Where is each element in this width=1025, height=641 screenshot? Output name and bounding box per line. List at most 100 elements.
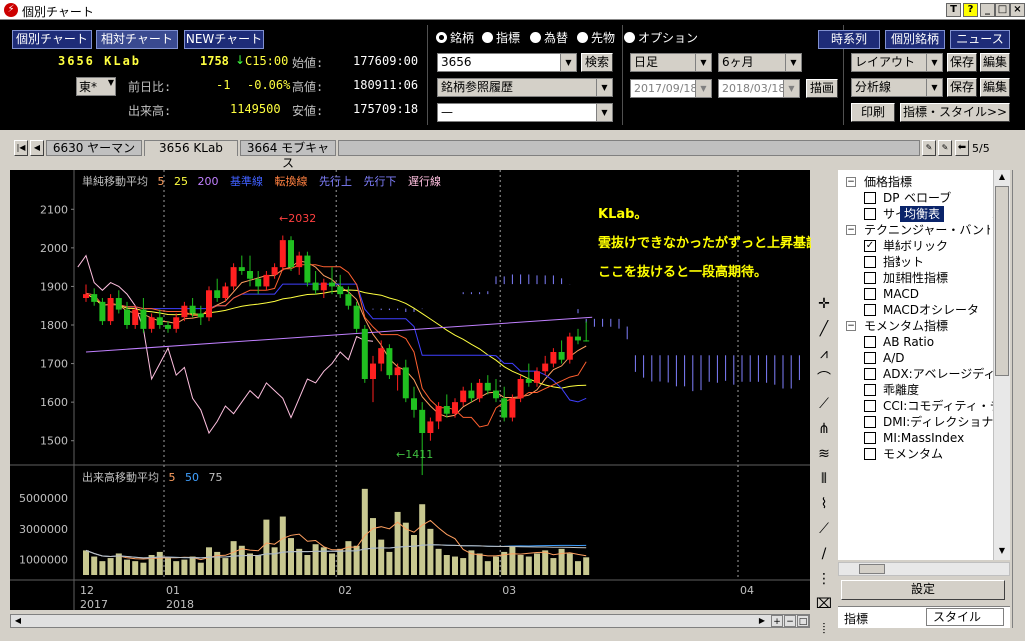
- chevron-down-icon[interactable]: ▼: [596, 79, 612, 96]
- chevron-down-icon[interactable]: ▼: [785, 54, 801, 71]
- tab-style[interactable]: スタイル: [926, 608, 1004, 626]
- print-button[interactable]: 印刷: [851, 103, 895, 122]
- news-button[interactable]: ニュース: [950, 30, 1010, 49]
- analysis-edit-button[interactable]: 編集: [980, 78, 1010, 97]
- edit-tab2-icon[interactable]: ✎: [938, 140, 952, 156]
- checkbox[interactable]: [864, 400, 876, 412]
- tree-hscrollbar[interactable]: [838, 562, 1010, 576]
- interval-select[interactable]: 日足 ▼: [630, 53, 712, 72]
- settings-button[interactable]: 設定: [841, 580, 1005, 600]
- chevron-down-icon[interactable]: ▼: [695, 54, 711, 71]
- draw-button[interactable]: 描画: [806, 79, 838, 98]
- scroll-thumb[interactable]: [995, 186, 1009, 376]
- checkbox[interactable]: [864, 352, 876, 364]
- popup-item[interactable]: ベローブ: [900, 190, 990, 206]
- chart-scrollbar[interactable]: ◀ ▶ + − □: [10, 614, 810, 628]
- tree-item[interactable]: ADX:アベレージディレ: [838, 366, 993, 382]
- checkbox[interactable]: [864, 416, 876, 428]
- trendline-icon[interactable]: ╱: [813, 318, 835, 340]
- scroll-down-icon[interactable]: ▼: [995, 544, 1009, 558]
- tab-6630[interactable]: 6630 ヤーマン: [46, 140, 142, 156]
- history-combo[interactable]: 銘柄参照履歴 ▼: [437, 78, 613, 97]
- indicator-tree[interactable]: −価格指標DPOサイコロジカルライン−テクニカル指標✓単純移動平均指数移動平均加…: [838, 170, 1010, 560]
- fibonacci-fan-icon[interactable]: ⟋: [813, 393, 835, 415]
- new-chart-button[interactable]: NEWチャート: [184, 30, 264, 49]
- tree-item[interactable]: MACDオシレータ: [838, 302, 993, 318]
- polyline-icon[interactable]: ⌇: [813, 493, 835, 515]
- relative-chart-button[interactable]: 相対チャート: [96, 30, 178, 49]
- layout-edit-button[interactable]: 編集: [980, 53, 1010, 72]
- arc-icon[interactable]: ⌒: [813, 368, 835, 390]
- checkbox[interactable]: [864, 384, 876, 396]
- radio-shihyo[interactable]: 指標: [482, 29, 520, 46]
- line-tool-icon[interactable]: /: [813, 543, 835, 565]
- analysis-select[interactable]: 分析線 ▼: [851, 78, 943, 97]
- checkbox[interactable]: [864, 432, 876, 444]
- chart-area[interactable]: 2100 2000 1900 1800 1700 1600 1500 5000000 30000…: [10, 170, 832, 611]
- back-arrow-icon[interactable]: ⬅: [955, 140, 969, 156]
- tree-item[interactable]: DMI:ディレクショナル: [838, 414, 993, 430]
- checkbox[interactable]: ✓: [864, 240, 876, 252]
- popup-item[interactable]: 相性指標: [900, 270, 990, 286]
- channel-icon[interactable]: ≋: [813, 443, 835, 465]
- hscroll-thumb[interactable]: [859, 564, 885, 574]
- individual-stock-button[interactable]: 個別銘柄: [885, 30, 945, 49]
- tree-item[interactable]: 乖離度: [838, 382, 993, 398]
- third-combo[interactable]: — ▼: [437, 103, 613, 122]
- scroll-up-icon[interactable]: ▲: [995, 170, 1009, 184]
- checkbox[interactable]: [864, 336, 876, 348]
- tab-3656[interactable]: 3656 KLab: [144, 140, 238, 156]
- maximize-button[interactable]: □: [995, 3, 1010, 17]
- scroll-left-icon[interactable]: ◀: [11, 615, 25, 627]
- tree-item[interactable]: A/D: [838, 350, 993, 366]
- tree-category[interactable]: − 価格指標: [838, 174, 993, 190]
- layout-select[interactable]: レイアウト ▼: [851, 53, 943, 72]
- from-date[interactable]: 2017/09/18 ▼: [630, 79, 712, 98]
- checkbox[interactable]: [864, 208, 876, 220]
- market-select[interactable]: 東* ▼: [76, 77, 116, 96]
- indicator-style-button[interactable]: 指標・スタイル>>: [900, 103, 1010, 122]
- popup-item-selected[interactable]: 均衡表: [900, 206, 944, 222]
- to-date[interactable]: 2018/03/18 ▼: [718, 79, 800, 98]
- tree-item[interactable]: CCI:コモディティ・チャ: [838, 398, 993, 414]
- layout-save-button[interactable]: 保存: [947, 53, 977, 72]
- checkbox[interactable]: [864, 304, 876, 316]
- radio-sakimono[interactable]: 先物: [577, 29, 615, 46]
- chevron-down-icon[interactable]: ▼: [926, 79, 942, 96]
- more-tools-icon[interactable]: ⦙: [813, 618, 835, 640]
- popup-item[interactable]: ンジャー・バンド: [900, 222, 990, 238]
- individual-chart-button[interactable]: 個別チャート: [12, 30, 92, 49]
- zoom-in-icon[interactable]: +: [771, 615, 783, 627]
- search-button[interactable]: 検索: [581, 53, 613, 72]
- prev-tab-icon[interactable]: ◀: [30, 140, 44, 156]
- tab-3664[interactable]: 3664 モブキャス: [240, 140, 336, 170]
- fan-line-icon[interactable]: ⩘: [813, 343, 835, 365]
- chevron-down-icon[interactable]: ▼: [695, 80, 711, 97]
- tree-category[interactable]: − モメンタム指標: [838, 318, 993, 334]
- tab-indicator[interactable]: 指標: [844, 610, 868, 627]
- close-button[interactable]: ×: [1010, 3, 1025, 17]
- radio-meigara[interactable]: 銘柄: [436, 29, 474, 46]
- minimize-button[interactable]: _: [980, 3, 995, 17]
- collapse-icon[interactable]: −: [846, 177, 856, 187]
- checkbox[interactable]: [864, 288, 876, 300]
- chevron-down-icon[interactable]: ▼: [926, 54, 942, 71]
- timeseries-button[interactable]: 時系列: [818, 30, 880, 49]
- popup-item[interactable]: ット: [900, 254, 990, 270]
- tree-item[interactable]: AB Ratio: [838, 334, 993, 350]
- checkbox[interactable]: [864, 256, 876, 268]
- collapse-icon[interactable]: −: [846, 321, 856, 331]
- collapse-icon[interactable]: −: [846, 225, 856, 235]
- delete-drawing-icon[interactable]: ⌧: [813, 593, 835, 615]
- crosshair-icon[interactable]: ✛: [813, 293, 835, 315]
- window-vscrollbar[interactable]: [1012, 170, 1024, 628]
- tree-item[interactable]: モメンタム: [838, 446, 993, 462]
- checkbox[interactable]: [864, 272, 876, 284]
- edit-tab-icon[interactable]: ✎: [922, 140, 936, 156]
- tree-item[interactable]: MI:MassIndex: [838, 430, 993, 446]
- first-tab-icon[interactable]: |◀: [14, 140, 28, 156]
- symbol-input[interactable]: 3656 ▼: [437, 53, 577, 72]
- gann-fan-icon[interactable]: ⟋: [813, 518, 835, 540]
- topmost-button[interactable]: T: [946, 3, 961, 17]
- zoom-out-icon[interactable]: −: [784, 615, 796, 627]
